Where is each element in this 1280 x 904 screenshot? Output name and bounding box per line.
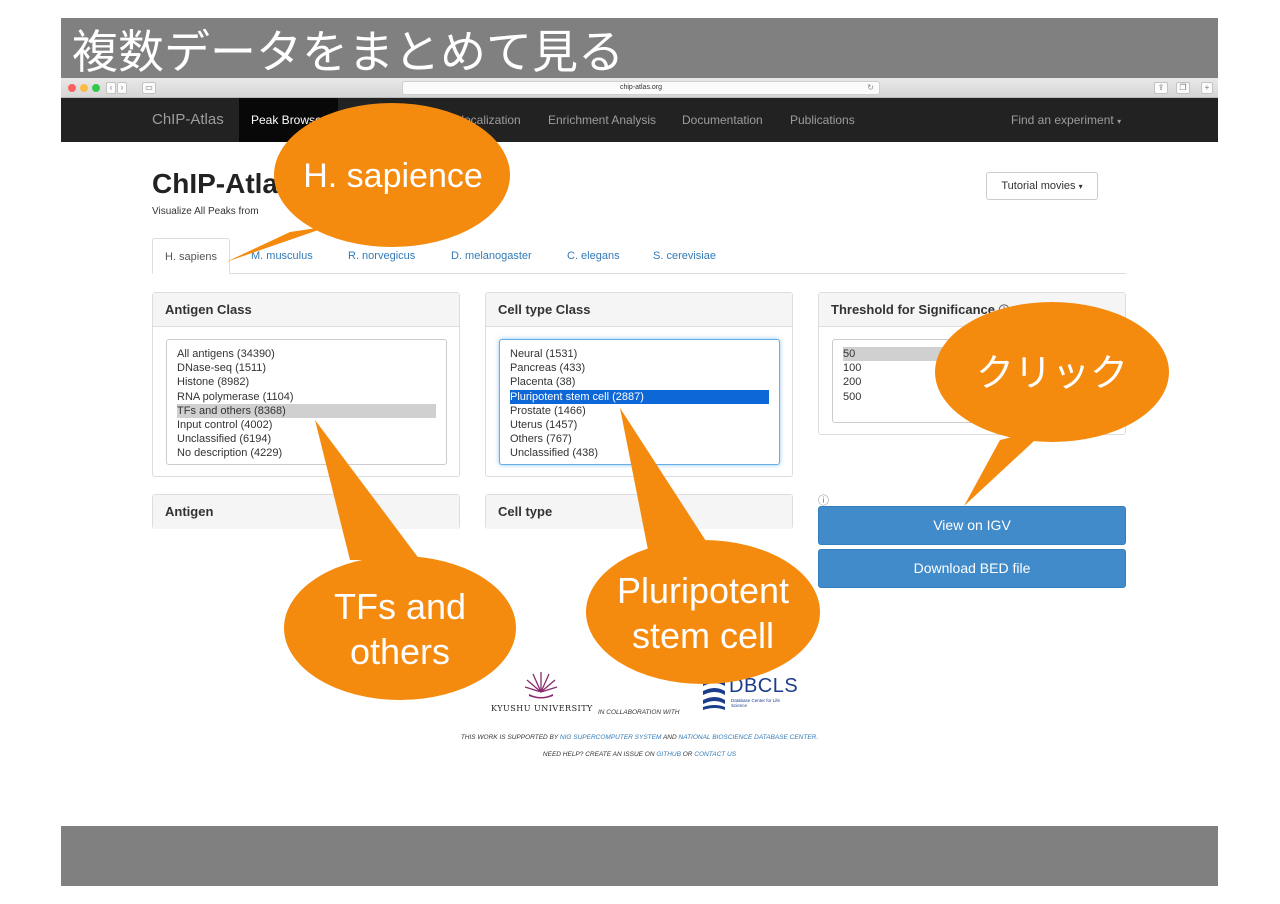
callout-species-text: H. sapience <box>303 157 483 195</box>
callout-tfs-line2: others <box>349 631 451 672</box>
callout-pointer-stem <box>620 408 715 560</box>
callout-pointer-species <box>226 226 330 262</box>
callout-click-text: クリック <box>975 351 1128 395</box>
callout-pointer-tfs <box>315 420 420 560</box>
callout-stem-line2: stem cell <box>631 615 775 656</box>
callout-tfs-text: TFs and others <box>290 584 510 674</box>
callout-stem-line1: Pluripotent <box>616 570 790 611</box>
callout-bubbles-layer <box>226 103 1169 700</box>
callout-stem-text: Pluripotent stem cell <box>590 568 816 658</box>
callout-tfs-line1: TFs and <box>333 586 467 627</box>
